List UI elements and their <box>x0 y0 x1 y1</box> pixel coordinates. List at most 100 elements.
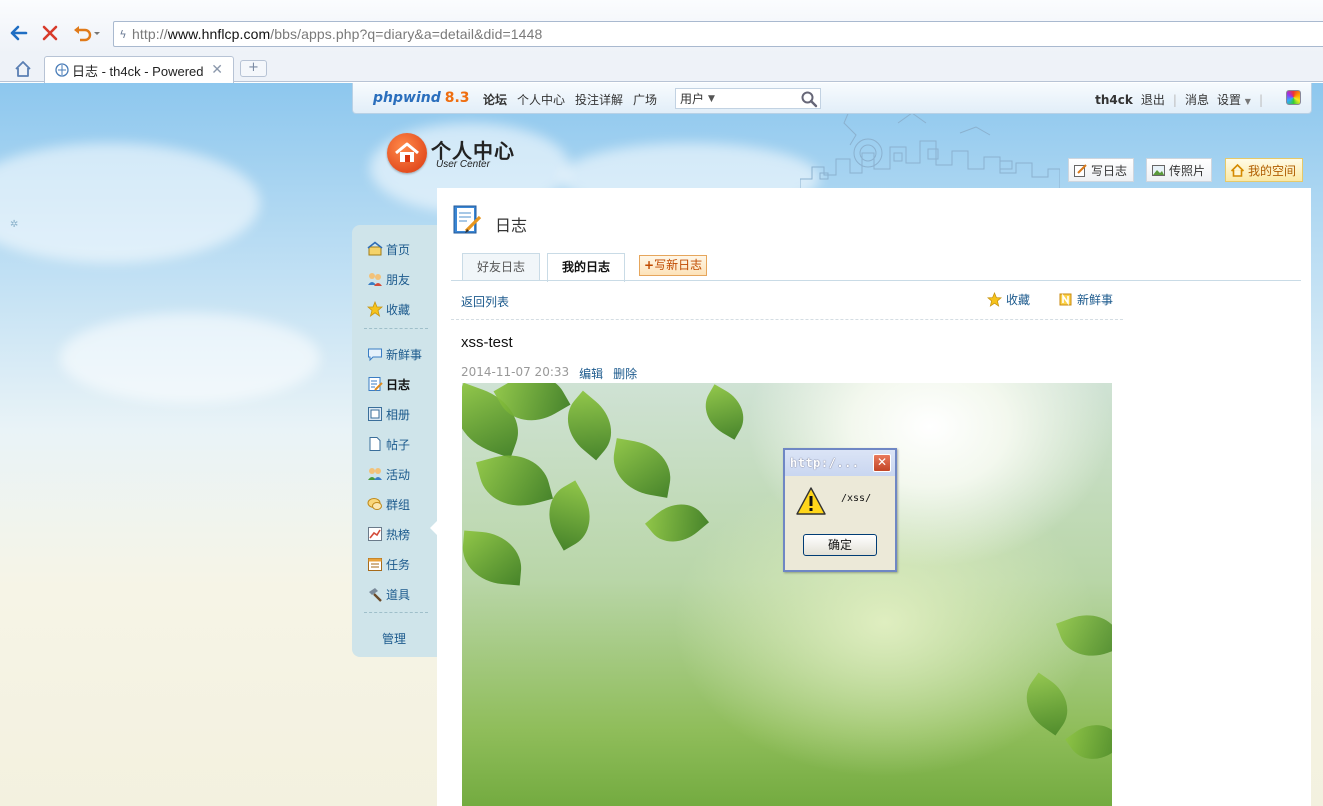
friends-icon <box>368 273 382 286</box>
write-new-diary-button[interactable]: +写新日志 <box>639 255 708 276</box>
home-button[interactable] <box>12 58 34 80</box>
url-scheme: http:// <box>132 26 168 42</box>
people-icon <box>368 468 382 480</box>
tab-title: 日志 - th4ck - Powered b <box>72 63 207 79</box>
site-topbar: phpwind 8.3 论坛 个人中心 投注详解 广场 用户 ▼ th4ck 退出… <box>352 83 1312 114</box>
document-icon <box>369 437 381 451</box>
sidebar-item-tasks[interactable]: 任务 <box>367 554 410 574</box>
close-icon[interactable]: ✕ <box>873 454 891 472</box>
house-icon <box>387 133 427 173</box>
diary-image <box>462 383 1112 806</box>
star-icon <box>987 292 1002 307</box>
search-type-select[interactable]: 用户 <box>680 90 704 107</box>
home-icon <box>367 241 383 256</box>
stop-button[interactable] <box>39 22 61 44</box>
my-space-button[interactable]: 我的空间 <box>1225 158 1304 182</box>
address-bar[interactable]: ϟ http://www.hnflcp.com/bbs/apps.php?q=d… <box>113 21 1323 47</box>
back-button[interactable] <box>7 22 29 44</box>
leaf-decoration <box>1014 672 1080 736</box>
favicon-icon <box>55 63 69 77</box>
sidebar-item-label: 首页 <box>386 242 411 257</box>
leaf-decoration <box>695 384 754 440</box>
nav-forum[interactable]: 论坛 <box>483 91 507 108</box>
delete-link[interactable]: 删除 <box>613 365 637 382</box>
sidebar-manage-link[interactable]: 管理 <box>382 630 406 647</box>
sidebar-item-groups[interactable]: 群组 <box>367 494 410 514</box>
warning-icon <box>795 486 827 519</box>
leaf-decoration <box>644 491 710 555</box>
cloud-decoration <box>0 143 260 263</box>
new-tab-button[interactable]: + <box>240 60 267 77</box>
messages-link[interactable]: 消息 <box>1185 91 1209 108</box>
sidebar-item-label: 收藏 <box>386 302 411 317</box>
browser-tab[interactable]: 日志 - th4ck - Powered b ✕ <box>44 56 234 83</box>
brand-name: phpwind <box>373 90 441 106</box>
undo-button[interactable] <box>70 22 104 44</box>
search-input[interactable]: 用户 ▼ <box>675 88 821 109</box>
back-to-list-link[interactable]: 返回列表 <box>461 293 509 310</box>
tab-close-icon[interactable]: ✕ <box>211 62 223 78</box>
cloud-decoration <box>60 313 320 403</box>
sidebar-current-pointer <box>430 521 437 535</box>
tab-bar: 日志 - th4ck - Powered b ✕ + <box>0 54 1323 83</box>
content-divider <box>451 319 1123 320</box>
diary-title: xss-test <box>461 334 513 351</box>
plus-icon: + <box>644 258 655 272</box>
tab-friends-diary[interactable]: 好友日志 <box>462 253 541 281</box>
sidebar-item-label: 群组 <box>386 497 411 512</box>
sidebar-item-tools[interactable]: 道具 <box>367 584 410 604</box>
sidebar-item-diary[interactable]: 日志 <box>367 374 410 394</box>
favorite-label: 收藏 <box>1006 293 1031 307</box>
diary-date: 2014-11-07 20:33 <box>461 365 570 379</box>
tabs-divider <box>451 280 1301 281</box>
fresh-news-button[interactable]: 新鲜事 <box>1058 291 1113 308</box>
url-domain: www.hnflcp.com <box>167 26 271 42</box>
diary-actions: 收藏 新鲜事 <box>987 291 1113 308</box>
theme-color-icon[interactable] <box>1286 90 1301 105</box>
brand-version: 8.3 <box>444 90 470 106</box>
ok-button[interactable]: 确定 <box>803 534 877 556</box>
tab-my-diary[interactable]: 我的日志 <box>547 253 626 282</box>
logo-subtitle: User Center <box>436 159 490 170</box>
sidebar-item-feed[interactable]: 新鲜事 <box>367 344 422 364</box>
logout-link[interactable]: 退出 <box>1141 91 1165 108</box>
sidebar-item-hot[interactable]: 热榜 <box>367 524 410 544</box>
username-link[interactable]: th4ck <box>1095 93 1133 107</box>
sidebar-item-events[interactable]: 活动 <box>367 464 410 484</box>
favorite-button[interactable]: 收藏 <box>987 291 1030 308</box>
chevron-down-icon: ▼ <box>708 93 715 104</box>
edit-link[interactable]: 编辑 <box>579 365 603 382</box>
write-new-label: 写新日志 <box>654 258 703 272</box>
settings-link[interactable]: 设置 ▼ <box>1217 91 1251 108</box>
write-diary-button[interactable]: 写日志 <box>1068 158 1135 182</box>
chat-group-icon <box>367 498 382 510</box>
nav-betting[interactable]: 投注详解 <box>575 91 623 108</box>
sidebar-item-label: 新鲜事 <box>386 347 423 362</box>
browser-toolbar: ϟ http://www.hnflcp.com/bbs/apps.php?q=d… <box>0 0 1323 54</box>
user-links: th4ck 退出 | 消息 设置 ▼ | <box>1095 91 1263 108</box>
sidebar-item-home[interactable]: 首页 <box>367 239 410 259</box>
diary-icon <box>451 204 483 239</box>
diary-icon <box>368 377 383 391</box>
url-path: /bbs/apps.php?q=diary&a=detail&did=1448 <box>270 26 543 42</box>
calendar-icon <box>368 558 382 571</box>
upload-photo-button[interactable]: 传照片 <box>1146 158 1213 182</box>
share-icon <box>1059 293 1072 306</box>
sidebar-item-favorites[interactable]: 收藏 <box>367 299 410 319</box>
sidebar-item-label: 活动 <box>386 467 411 482</box>
home-icon <box>15 61 31 77</box>
search-icon[interactable] <box>800 90 818 111</box>
home-icon <box>1230 163 1245 177</box>
nav-square[interactable]: 广场 <box>633 91 657 108</box>
sidebar-item-posts[interactable]: 帖子 <box>367 434 410 454</box>
sidebar-item-album[interactable]: 相册 <box>367 404 410 424</box>
fresh-news-label: 新鲜事 <box>1077 293 1114 307</box>
speech-bubble-icon <box>368 348 382 362</box>
page-viewport: phpwind 8.3 论坛 个人中心 投注详解 广场 用户 ▼ th4ck 退出… <box>0 83 1323 806</box>
chart-icon <box>368 527 382 541</box>
nav-user-center[interactable]: 个人中心 <box>517 91 565 108</box>
phpwind-logo[interactable]: phpwind 8.3 <box>373 90 470 106</box>
sidebar-item-label: 热榜 <box>386 527 411 542</box>
sidebar-item-friends[interactable]: 朋友 <box>367 269 410 289</box>
sidebar-divider <box>364 612 428 613</box>
